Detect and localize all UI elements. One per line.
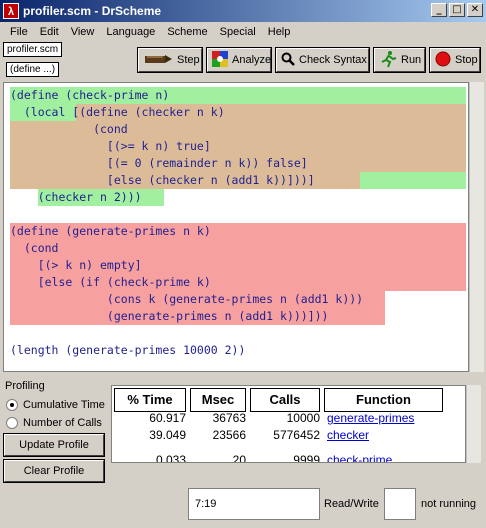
code-line-7: (checker n 2)))	[10, 190, 142, 204]
clear-profile-button[interactable]: Clear Profile	[3, 459, 105, 483]
header-calls: Calls	[250, 388, 320, 412]
code-line-11: [(> k n) empty]	[10, 258, 142, 272]
definitions-editor[interactable]: (define (check-prime n) (local [(define …	[3, 82, 469, 372]
stop-button[interactable]: Stop	[429, 47, 481, 73]
close-button[interactable]: ✕	[467, 3, 483, 17]
code-line-14: (generate-primes n (add1 k)))]))	[10, 309, 329, 323]
cursor-position: 7:19	[188, 488, 320, 520]
code-line-12: [else (if (check-prime k)	[10, 275, 211, 289]
row1-function-link[interactable]: generate-primes	[327, 410, 414, 426]
header-time: % Time	[114, 388, 186, 412]
profile-table-scrollbar[interactable]	[466, 385, 481, 463]
profiling-panel: Profiling Cumulative Time Number of Call…	[0, 375, 110, 485]
code-line-13: (cons k (generate-primes n (add1 k)))	[10, 292, 364, 306]
radio-selected-icon	[6, 399, 18, 411]
row2-calls: 5776452	[273, 428, 320, 442]
running-indicator	[384, 488, 416, 520]
minimize-button[interactable]: _	[431, 3, 447, 17]
row3-time: 0.033	[155, 453, 186, 463]
stop-icon	[435, 51, 451, 70]
stop-label: Stop	[455, 54, 478, 66]
run-label: Run	[401, 54, 422, 66]
radio-cumulative-time[interactable]: Cumulative Time	[6, 399, 105, 411]
file-name-button[interactable]: profiler.scm	[3, 42, 63, 57]
window-title: profiler.scm - DrScheme	[23, 4, 162, 18]
radio-number-of-calls[interactable]: Number of Calls	[6, 417, 102, 429]
header-msec: Msec	[190, 388, 246, 412]
row3-msec: 20	[232, 453, 246, 463]
menu-file[interactable]: File	[4, 26, 34, 38]
step-button[interactable]: Step	[137, 47, 203, 73]
menu-bar: File Edit View Language Scheme Special H…	[0, 22, 486, 42]
menu-special[interactable]: Special	[214, 26, 262, 38]
menu-help[interactable]: Help	[262, 26, 297, 38]
title-bar: λ profiler.scm - DrScheme _ □ ✕	[0, 0, 486, 22]
row3-function-link[interactable]: check-prime	[327, 452, 392, 462]
profile-table: % Time Msec Calls Function 60.917 36763 …	[111, 385, 466, 463]
drscheme-logo-icon: λ	[3, 3, 19, 19]
analyze-icon	[212, 50, 228, 70]
magnifier-icon	[281, 52, 295, 69]
code-line-3: (cond	[10, 122, 128, 136]
code-line-10: (cond	[10, 241, 59, 255]
radio-unselected-icon	[6, 417, 18, 429]
row3-calls: 9999	[293, 453, 320, 463]
code-line-4: [(>= k n) true]	[10, 139, 211, 153]
row1-calls: 10000	[286, 411, 320, 425]
check-syntax-label: Check Syntax	[299, 54, 367, 66]
header-function: Function	[324, 388, 443, 412]
code-line-2: (local [(define (checker n k)	[10, 105, 225, 119]
status-bar: 7:19 Read/Write not running	[0, 485, 486, 528]
row2-time: 39.049	[149, 428, 186, 442]
run-button[interactable]: Run	[373, 47, 426, 73]
read-write-mode: Read/Write	[324, 498, 379, 510]
maximize-button[interactable]: □	[449, 3, 465, 17]
radio-calls-label: Number of Calls	[23, 417, 102, 429]
row1-msec: 36763	[212, 411, 246, 425]
hl-cool-3	[360, 172, 466, 189]
analyze-label: Analyze	[232, 54, 272, 66]
update-profile-button[interactable]: Update Profile	[3, 433, 105, 457]
code-line-9: (define (generate-primes n k)	[10, 224, 211, 238]
menu-language[interactable]: Language	[100, 26, 161, 38]
row2-function-link[interactable]: checker	[327, 427, 369, 443]
menu-view[interactable]: View	[65, 26, 101, 38]
editor-scrollbar[interactable]	[469, 82, 484, 372]
running-man-icon	[379, 50, 397, 71]
step-icon	[143, 52, 173, 69]
code-line-1: (define (check-prime n)	[10, 88, 170, 102]
code-line-5: [(= 0 (remainder n k)) false]	[10, 156, 308, 170]
code-line-6: [else (checker n (add1 k))]))]	[10, 173, 315, 187]
profiling-label: Profiling	[5, 380, 45, 392]
running-status: not running	[421, 498, 477, 510]
define-menu-button[interactable]: (define ...)	[6, 62, 60, 77]
check-syntax-button[interactable]: Check Syntax	[275, 47, 370, 73]
menu-scheme[interactable]: Scheme	[161, 26, 213, 38]
row2-msec: 23566	[212, 428, 246, 442]
code-line-16: (length (generate-primes 10000 2))	[10, 343, 246, 357]
row1-time: 60.917	[149, 411, 186, 425]
menu-edit[interactable]: Edit	[34, 26, 65, 38]
toolbar: profiler.scm (define ...) Step Analyze C…	[0, 42, 486, 82]
step-label: Step	[177, 54, 200, 66]
radio-cumulative-label: Cumulative Time	[23, 399, 105, 411]
analyze-button[interactable]: Analyze	[206, 47, 272, 73]
